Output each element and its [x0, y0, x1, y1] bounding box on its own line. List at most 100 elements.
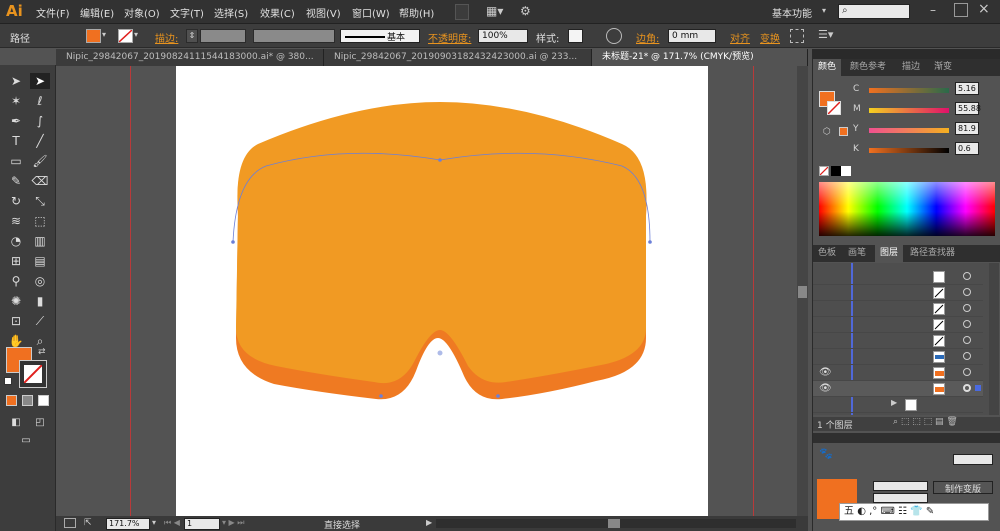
- minimize-icon[interactable]: –: [930, 3, 944, 17]
- paintbrush-tool-icon[interactable]: 🖌: [30, 153, 50, 169]
- channel-y-slider[interactable]: [869, 128, 949, 133]
- layer-actions-icons[interactable]: ⌕ ⬚ ⬚ ⬚ ▤ 🗑: [893, 417, 958, 427]
- menu-select[interactable]: 选择(S): [214, 5, 248, 20]
- target-circle-icon[interactable]: [963, 336, 971, 344]
- white-color-chip[interactable]: [841, 166, 851, 176]
- chevron-down-icon[interactable]: ▾: [134, 30, 138, 39]
- stroke-weight-stepper[interactable]: ⇕: [186, 29, 198, 43]
- magic-wand-tool-icon[interactable]: ✶: [6, 93, 26, 109]
- menu-type[interactable]: 文字(T): [170, 5, 204, 20]
- menu-file[interactable]: 文件(F): [36, 5, 70, 20]
- align-link[interactable]: 对齐: [730, 30, 750, 45]
- none-color-chip[interactable]: [819, 166, 829, 176]
- artboard-nav-icon[interactable]: [64, 518, 76, 528]
- eyedropper-tool-icon[interactable]: ⚲: [6, 273, 26, 289]
- scrollbar-thumb[interactable]: [798, 286, 807, 298]
- goggle-upper-shape[interactable]: [236, 102, 647, 384]
- shape-builder-tool-icon[interactable]: ◔: [6, 233, 26, 249]
- perspective-grid-tool-icon[interactable]: ▥: [30, 233, 50, 249]
- fill-swatch[interactable]: [86, 29, 101, 43]
- sync-icon[interactable]: ⚙: [520, 4, 536, 19]
- opacity-field[interactable]: 100%: [478, 29, 528, 43]
- tab-stroke[interactable]: 描边: [897, 59, 925, 76]
- pen-tool-icon[interactable]: ✒: [6, 113, 26, 129]
- color-spectrum[interactable]: [819, 182, 995, 236]
- channel-y-value[interactable]: 81.9: [955, 122, 979, 135]
- first-artboard-icon[interactable]: ⏮ ◀: [164, 518, 180, 528]
- lasso-tool-icon[interactable]: ℓ: [30, 93, 50, 109]
- opacity-label[interactable]: 不透明度:: [428, 30, 471, 45]
- goggles-artwork[interactable]: [176, 66, 708, 518]
- anchor-point[interactable]: [438, 158, 442, 162]
- type-tool-icon[interactable]: T: [6, 133, 26, 149]
- target-circle-icon[interactable]: [963, 272, 971, 280]
- artboard-number-field[interactable]: 1: [184, 518, 220, 530]
- anchor-point[interactable]: [379, 394, 383, 398]
- transform-link[interactable]: 变换: [760, 30, 780, 45]
- tab-swatches[interactable]: 色板: [813, 245, 841, 262]
- chevron-down-icon[interactable]: ▾: [152, 518, 156, 527]
- chevron-down-icon[interactable]: ▾: [102, 30, 106, 39]
- ime-tool-icons[interactable]: ◐ ,° ⌨ ☷ 👕 ✎: [857, 506, 934, 517]
- gradient-tool-icon[interactable]: ▤: [30, 253, 50, 269]
- target-circle-icon[interactable]: [963, 352, 971, 360]
- arrange-docs-icon[interactable]: ▦▾: [486, 4, 508, 19]
- channel-c-slider[interactable]: [869, 88, 949, 93]
- bottom-input-1[interactable]: [873, 481, 928, 491]
- tab-document-1[interactable]: Nipic_29842067_20190824111544183000.ai* …: [56, 49, 324, 66]
- chevron-down-icon[interactable]: ▾: [822, 6, 826, 15]
- change-screen-mode-icon[interactable]: ▭: [16, 433, 36, 449]
- channel-k-slider[interactable]: [869, 148, 949, 153]
- selection-indicator[interactable]: [975, 385, 981, 391]
- tab-brushes[interactable]: 画笔: [843, 245, 871, 262]
- curvature-tool-icon[interactable]: ∫: [30, 113, 50, 129]
- bottom-panel-field[interactable]: [953, 454, 993, 465]
- out-of-gamut-icon[interactable]: ⬡: [823, 127, 833, 137]
- free-transform-tool-icon[interactable]: ⬚: [30, 213, 50, 229]
- tab-color-guide[interactable]: 颜色参考: [845, 59, 891, 76]
- recolor-icon[interactable]: [606, 28, 622, 44]
- menu-effect[interactable]: 效果(C): [260, 5, 295, 20]
- maximize-icon[interactable]: [954, 3, 968, 17]
- tab-pathfinder[interactable]: 路径查找器: [905, 245, 960, 262]
- tab-color[interactable]: 颜色: [813, 59, 842, 76]
- corner-field[interactable]: 0 mm: [668, 29, 716, 43]
- search-input[interactable]: ⌕: [838, 4, 910, 19]
- graph-tool-icon[interactable]: ▮: [30, 293, 50, 309]
- vertical-scrollbar[interactable]: [797, 66, 808, 516]
- artboard-tool-icon[interactable]: ⊡: [6, 313, 26, 329]
- direct-selection-tool-icon[interactable]: ➤: [30, 73, 50, 89]
- channel-m-value[interactable]: 55.88: [955, 102, 981, 115]
- layers-scrollbar[interactable]: [989, 263, 999, 415]
- style-swatch[interactable]: [568, 29, 583, 43]
- status-menu-icon[interactable]: ▶: [426, 518, 432, 527]
- scrollbar-thumb[interactable]: [608, 519, 620, 528]
- pencil-tool-icon[interactable]: ✎: [6, 173, 26, 189]
- workspace-switcher[interactable]: 基本功能: [772, 5, 812, 20]
- swap-colors-icon[interactable]: ⇄: [38, 347, 46, 357]
- tab-document-3[interactable]: 未标题-21* @ 171.7% (CMYK/预览): [592, 49, 808, 66]
- share-icon[interactable]: ⇱: [84, 518, 94, 528]
- layer-row[interactable]: [813, 301, 983, 317]
- gradient-mode-icon[interactable]: [22, 395, 33, 406]
- anchor-point[interactable]: [496, 394, 500, 398]
- layer-row[interactable]: 👁: [813, 365, 983, 381]
- next-artboard-icon[interactable]: ▾ ▶ ⏭: [222, 518, 244, 528]
- layer-row[interactable]: ▶: [813, 397, 983, 413]
- layer-row[interactable]: [813, 333, 983, 349]
- menu-window[interactable]: 窗口(W): [352, 5, 390, 20]
- channel-k-value[interactable]: 0.6: [955, 142, 979, 155]
- default-colors-icon[interactable]: [4, 377, 12, 385]
- layer-row[interactable]: [813, 349, 983, 365]
- eraser-tool-icon[interactable]: ⌫: [30, 173, 50, 189]
- anchor-point[interactable]: [231, 240, 235, 244]
- target-circle-icon[interactable]: [963, 368, 971, 376]
- symbol-sprayer-tool-icon[interactable]: ✺: [6, 293, 26, 309]
- eye-icon[interactable]: 👁: [819, 383, 832, 394]
- bottom-input-2[interactable]: [873, 493, 928, 503]
- menu-view[interactable]: 视图(V): [306, 5, 341, 20]
- stroke-label[interactable]: 描边:: [155, 30, 178, 45]
- artboard[interactable]: [176, 66, 708, 518]
- scale-tool-icon[interactable]: ⤡: [30, 193, 50, 209]
- black-color-chip[interactable]: [831, 166, 841, 176]
